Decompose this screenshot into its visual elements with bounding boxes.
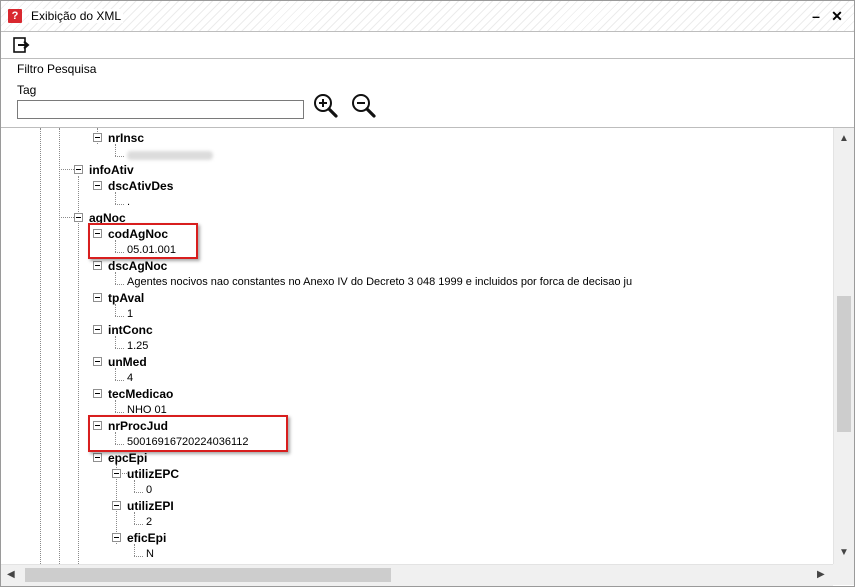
toolbar: [1, 32, 854, 59]
tree-guide: [115, 412, 124, 413]
tree-guide: [134, 492, 143, 493]
tree-guide: [115, 272, 116, 284]
tree-guide: [40, 128, 41, 564]
tree-node-eficEpi[interactable]: eficEpi: [127, 531, 166, 545]
highlight-box-nrProcJud: [88, 415, 288, 452]
scroll-down-icon[interactable]: ▼: [839, 548, 849, 558]
tree-guide: [115, 284, 124, 285]
tree-guide: [115, 400, 116, 412]
vertical-scroll-thumb[interactable]: [837, 296, 851, 432]
collapse-icon[interactable]: [93, 325, 102, 334]
exit-button[interactable]: [12, 36, 30, 54]
tree-node-tecMedicao[interactable]: tecMedicao: [108, 387, 173, 401]
filter-panel: Filtro Pesquisa Tag: [1, 59, 854, 128]
tree-guide: [115, 380, 124, 381]
zoom-in-button[interactable]: [313, 93, 339, 119]
xml-viewer-window: ? Exibição do XML – ✕ Filtro Pesquisa Ta…: [0, 0, 855, 587]
collapse-icon[interactable]: [93, 293, 102, 302]
tree-value-dscAgNoc: Agentes nocivos nao constantes no Anexo …: [127, 276, 633, 288]
collapse-icon[interactable]: [93, 181, 102, 190]
tree-value-dscAtivDes: .: [127, 196, 131, 208]
tree-guide: [115, 156, 124, 157]
redacted-value: [127, 151, 213, 160]
tree-value-eficEpi: N: [146, 548, 154, 560]
tree-guide: [59, 169, 74, 170]
filter-panel-title: Filtro Pesquisa: [17, 62, 97, 76]
collapse-icon[interactable]: [74, 213, 83, 222]
tree-node-utilizEPI[interactable]: utilizEPI: [127, 499, 174, 513]
tree-node-nrInsc[interactable]: nrInsc: [108, 131, 144, 145]
tree-guide: [134, 556, 143, 557]
app-logo-icon: ?: [8, 9, 22, 23]
tree-guide: [59, 217, 74, 218]
tree-guide: [134, 512, 135, 524]
tree-guide: [115, 192, 116, 204]
collapse-icon[interactable]: [93, 133, 102, 142]
collapse-icon[interactable]: [93, 357, 102, 366]
tree-guide: [115, 368, 116, 380]
horizontal-scroll-thumb[interactable]: [25, 568, 391, 582]
horizontal-scrollbar[interactable]: ◀ ▶: [1, 564, 833, 586]
collapse-icon[interactable]: [74, 165, 83, 174]
collapse-icon[interactable]: [112, 533, 121, 542]
tree-node-utilizEPC[interactable]: utilizEPC: [127, 467, 179, 481]
collapse-icon[interactable]: [93, 453, 102, 462]
zoom-in-icon: [314, 94, 338, 118]
title-bar[interactable]: ? Exibição do XML – ✕: [1, 1, 854, 32]
tree-node-epcEpi[interactable]: epcEpi: [108, 451, 147, 465]
vertical-scrollbar[interactable]: ▲ ▼: [833, 128, 854, 564]
tree-node-infoAtiv[interactable]: infoAtiv: [89, 163, 134, 177]
tree-guide: [134, 544, 135, 556]
scroll-left-icon[interactable]: ◀: [7, 570, 15, 580]
highlight-box-codAgNoc: [88, 223, 198, 259]
collapse-icon[interactable]: [93, 389, 102, 398]
tree-node-intConc[interactable]: intConc: [108, 323, 153, 337]
collapse-icon[interactable]: [112, 501, 121, 510]
tree-node-unMed[interactable]: unMed: [108, 355, 147, 369]
tree-guide: [115, 144, 116, 156]
tree-node-dscAtivDes[interactable]: dscAtivDes: [108, 179, 173, 193]
collapse-icon[interactable]: [112, 469, 121, 478]
exit-icon: [13, 37, 30, 53]
collapse-icon[interactable]: [93, 261, 102, 270]
tree-node-dscAgNoc[interactable]: dscAgNoc: [108, 259, 167, 273]
tag-search-input[interactable]: [17, 100, 304, 119]
tree-value-utilizEPC: 0: [146, 484, 153, 496]
tree-guide: [115, 348, 124, 349]
tree-guide: [59, 128, 60, 564]
tree-value-tpAval: 1: [127, 308, 134, 320]
window-title: Exibição do XML: [29, 9, 124, 23]
scrollbar-corner: [833, 564, 854, 585]
tree-guide: [115, 304, 116, 316]
tree-guide: [115, 316, 124, 317]
tree-guide: [115, 336, 116, 348]
tree-guide: [78, 223, 79, 564]
tree-value-intConc: 1.25: [127, 340, 149, 352]
zoom-out-icon: [352, 94, 376, 118]
tree-guide: [115, 204, 124, 205]
close-button[interactable]: ✕: [828, 7, 846, 25]
tree-value-utilizEPI: 2: [146, 516, 153, 528]
zoom-out-button[interactable]: [351, 93, 377, 119]
tree-node-tpAval[interactable]: tpAval: [108, 291, 144, 305]
tree-value-unMed: 4: [127, 372, 134, 384]
tag-label: Tag: [17, 83, 37, 97]
tree-guide: [134, 480, 135, 492]
scroll-right-icon[interactable]: ▶: [817, 570, 825, 580]
tree-guide: [134, 524, 143, 525]
scroll-up-icon[interactable]: ▲: [839, 134, 849, 144]
minimize-button[interactable]: –: [807, 7, 825, 25]
